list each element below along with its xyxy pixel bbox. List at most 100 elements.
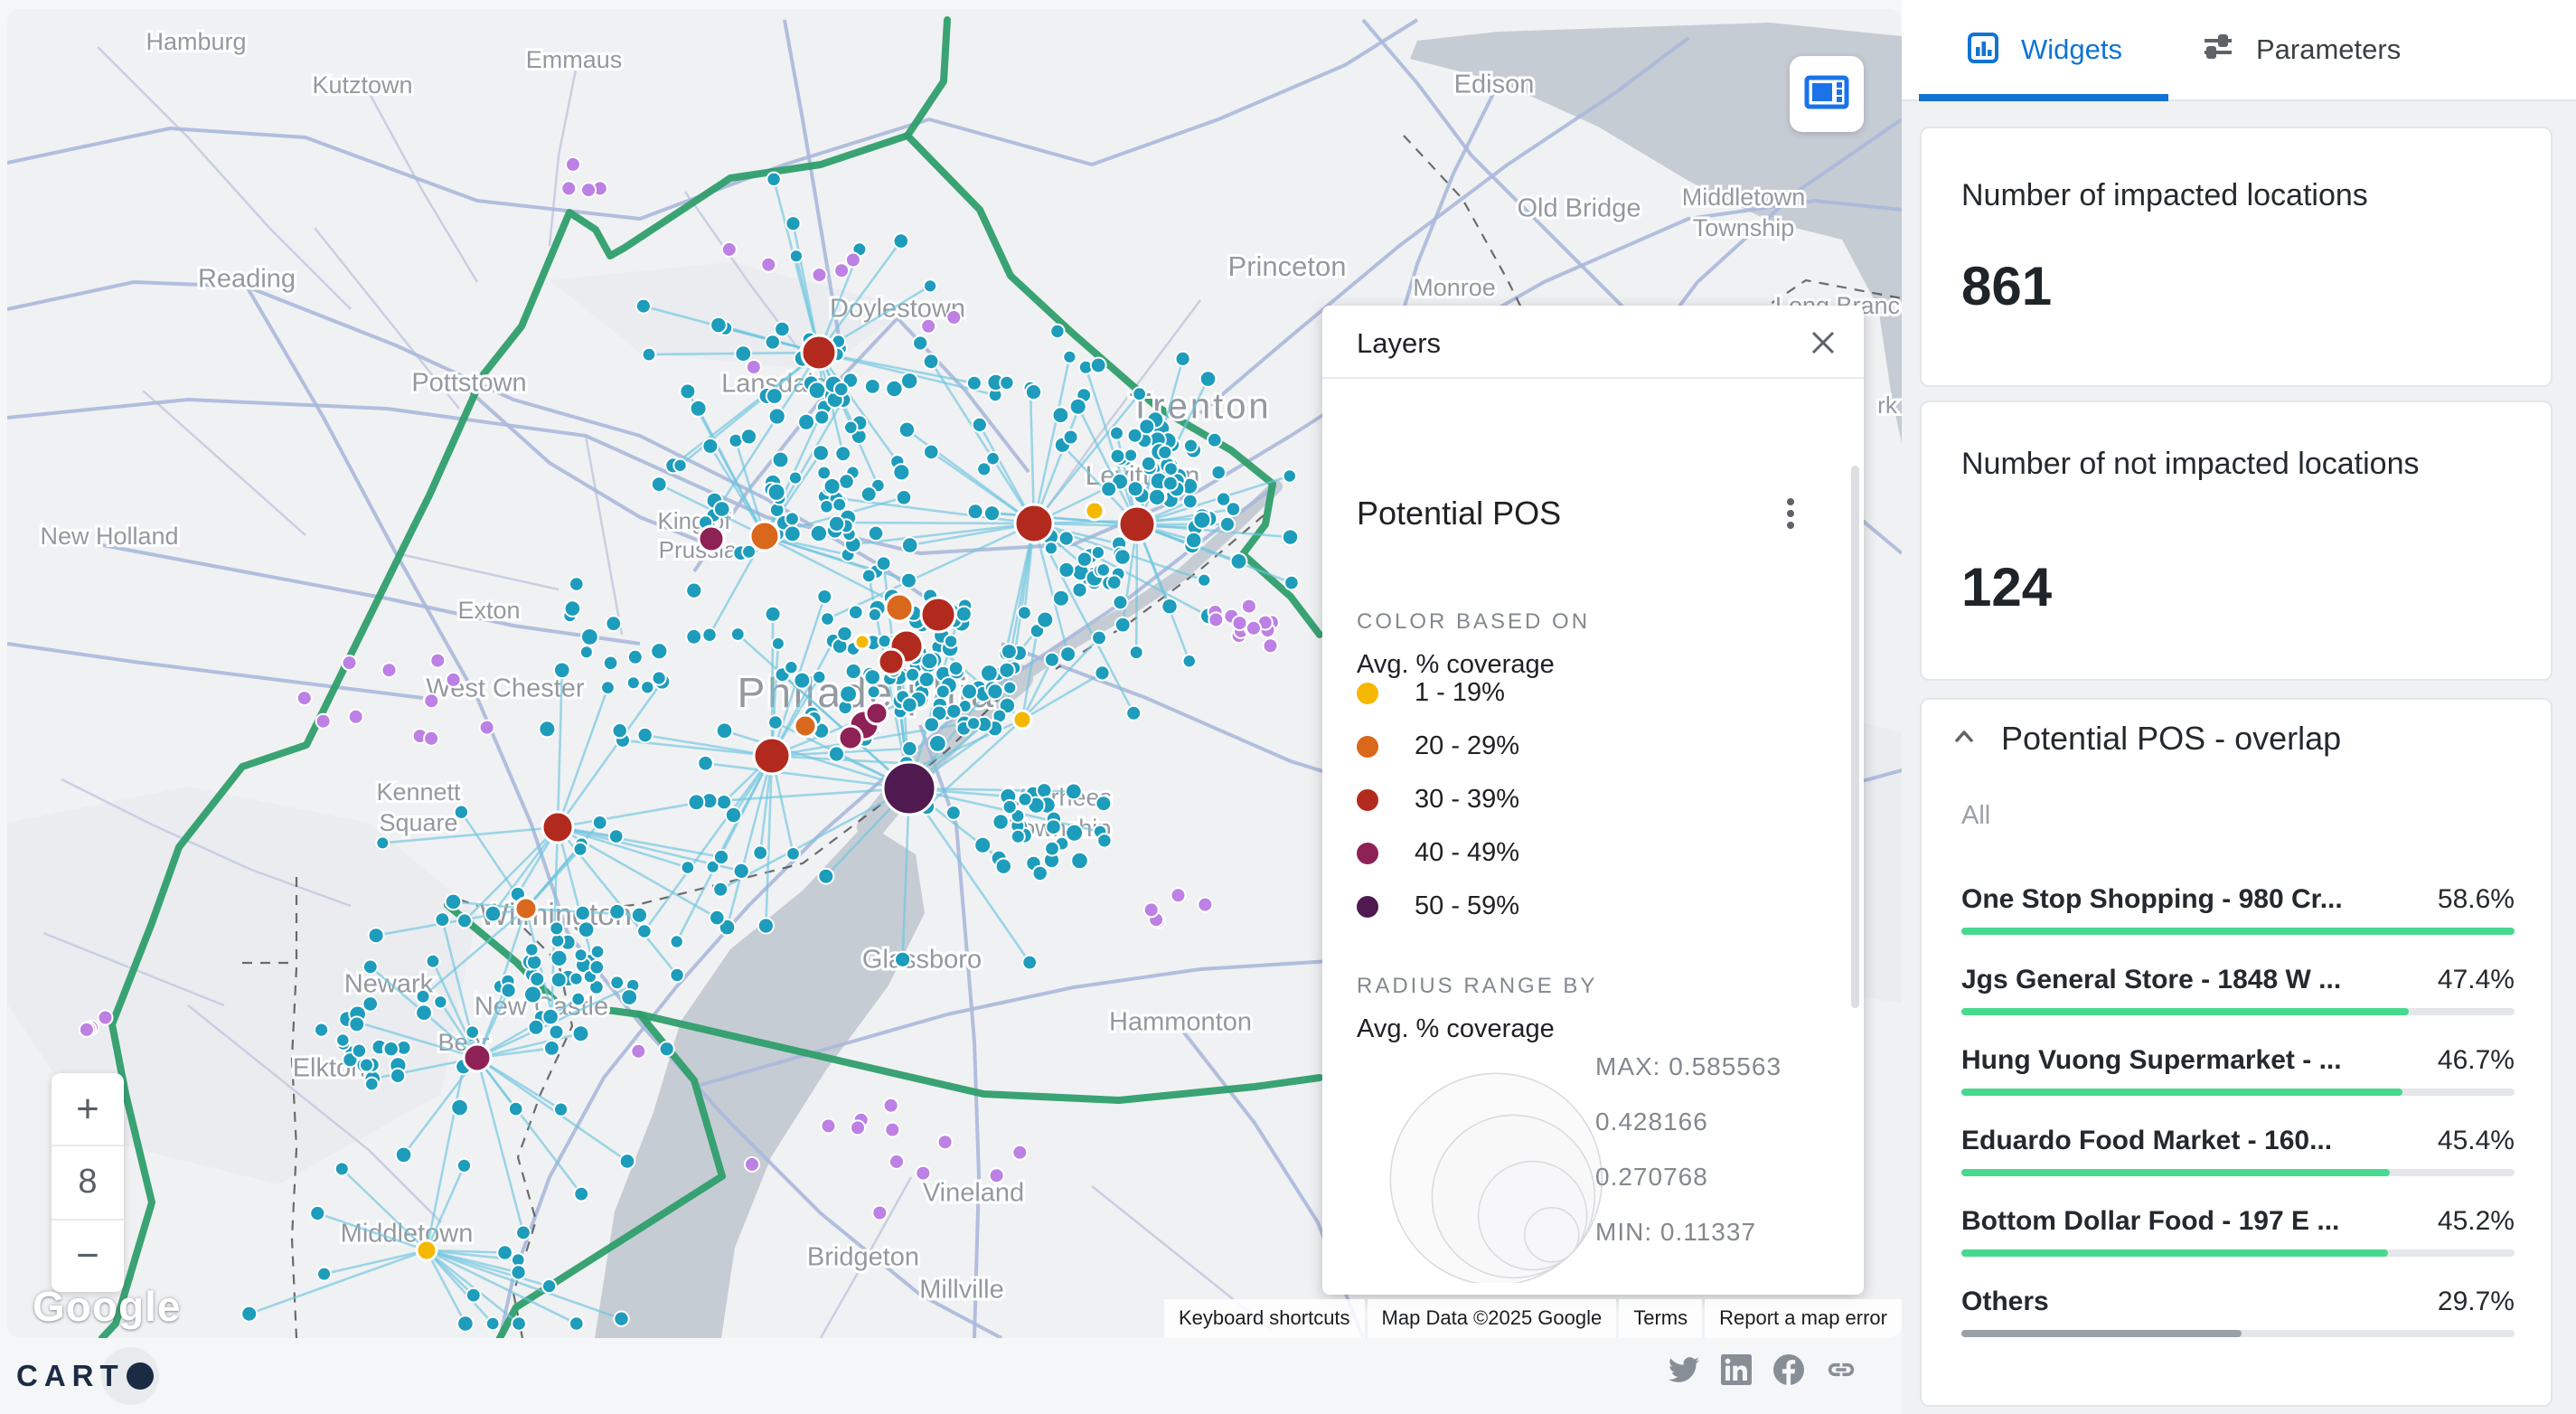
layers-panel-scrollbar[interactable]: [1851, 466, 1859, 1008]
overlap-row[interactable]: One Stop Shopping - 980 Cr... 58.6%: [1961, 868, 2515, 948]
legend-item: 30 - 39%: [1357, 773, 1519, 826]
svg-text:Emmaus: Emmaus: [526, 46, 623, 73]
social-links: [1647, 1354, 1857, 1385]
layers-panel-body: Potential POS COLOR BASED ON Avg. % cove…: [1322, 379, 1864, 1293]
overlap-row-value: 45.4%: [2438, 1126, 2515, 1156]
svg-text:rk: rk: [1877, 391, 1898, 419]
attribution-link[interactable]: Report a map error: [1705, 1299, 1902, 1338]
overlap-row-bar-fill: [1961, 1169, 2390, 1176]
svg-text:Exton: Exton: [457, 597, 520, 624]
widget-impacted-locations: Number of impacted locations 861: [1920, 127, 2552, 387]
legend-label: 20 - 29%: [1415, 731, 1519, 761]
layers-panel-header: Layers: [1322, 306, 1864, 379]
overlap-row[interactable]: Bottom Dollar Food - 197 E ...45.2%: [1961, 1190, 2515, 1270]
legend-label: 30 - 39%: [1415, 785, 1519, 815]
link-icon[interactable]: [1826, 1354, 1857, 1385]
widget-title: Number of not impacted locations: [1961, 440, 2511, 488]
overlap-row-bar-fill: [1961, 1330, 2242, 1337]
overlap-row[interactable]: Others29.7%: [1961, 1270, 2515, 1351]
legend-label: 50 - 59%: [1415, 891, 1519, 921]
google-logo: Google: [33, 1282, 181, 1331]
sidebar-tabbar: Widgets Parameters: [1902, 0, 2576, 101]
overlap-row-value: 45.2%: [2438, 1206, 2515, 1237]
color-based-on-label: COLOR BASED ON: [1357, 609, 1590, 635]
svg-text:Glassboro: Glassboro: [862, 946, 982, 975]
radius-range-value: MAX: 0.585563: [1595, 1052, 1782, 1108]
svg-text:Monroe: Monroe: [1413, 274, 1496, 301]
zoom-in-button[interactable]: +: [52, 1073, 124, 1145]
overlap-row-label: Others: [1961, 1287, 2049, 1317]
svg-text:Old Bridge: Old Bridge: [1517, 194, 1641, 223]
widget-title: Number of impacted locations: [1961, 172, 2511, 220]
chevron-up-icon[interactable]: [1949, 721, 1979, 757]
overlap-row-bar-track: [1961, 1330, 2515, 1337]
close-icon[interactable]: [1806, 325, 1840, 360]
overlap-filter-label: All: [1961, 801, 1990, 831]
tab-widgets[interactable]: Widgets: [1902, 0, 2167, 99]
overlap-row[interactable]: Jgs General Store - 1848 W ... 47.4%: [1961, 948, 2515, 1029]
widget-value: 124: [1961, 556, 2052, 618]
radius-range-circles: [1340, 1012, 1630, 1283]
legend-item: 40 - 49%: [1357, 826, 1519, 880]
kebab-menu-icon[interactable]: [1774, 495, 1807, 533]
overlap-row-bar-track: [1961, 1008, 2515, 1015]
tab-parameters[interactable]: Parameters: [2167, 0, 2576, 99]
linkedin-icon[interactable]: [1721, 1354, 1752, 1385]
svg-text:Hammonton: Hammonton: [1109, 1008, 1252, 1037]
overlap-row-label: Eduardo Food Market - 160...: [1961, 1126, 2332, 1156]
overlap-row[interactable]: Eduardo Food Market - 160... 45.4%: [1961, 1109, 2515, 1190]
svg-text:Hamburg: Hamburg: [146, 28, 246, 55]
svg-text:Township: Township: [1693, 214, 1795, 241]
widgets-icon: [1965, 30, 2001, 71]
svg-text:New Holland: New Holland: [40, 523, 178, 550]
legend-color-dot: [1357, 843, 1378, 864]
overlap-widget-header: Potential POS - overlap: [1949, 720, 2341, 758]
legend-color-dot: [1357, 736, 1378, 758]
sidebar: Widgets Parameters Number of impacted lo…: [1902, 0, 2576, 1414]
overlap-row-bar-fill: [1961, 1089, 2402, 1096]
legend-label: 40 - 49%: [1415, 838, 1519, 868]
map-canvas[interactable]: HamburgKutztownEmmausReadingPottstownNew…: [7, 9, 1902, 1338]
overlap-row-bar-track: [1961, 1089, 2515, 1096]
overlap-row-bar-fill: [1961, 928, 2515, 935]
carto-logo-dot: [127, 1362, 154, 1390]
overlap-row-label: Jgs General Store - 1848 W ...: [1961, 965, 2341, 995]
overlap-row-value: 47.4%: [2438, 965, 2515, 995]
widget-value: 861: [1961, 255, 2052, 317]
carto-logo[interactable]: CART: [16, 1351, 154, 1401]
carto-logo-text: CART: [16, 1359, 125, 1393]
radius-range-value: MIN: 0.11337: [1595, 1218, 1782, 1273]
overlap-row-value: 58.6%: [2438, 884, 2515, 915]
color-legend: 1 - 19%20 - 29%30 - 39%40 - 49%50 - 59%: [1357, 666, 1519, 933]
attribution-link[interactable]: Keyboard shortcuts: [1164, 1299, 1365, 1338]
overlap-widget-title: Potential POS - overlap: [2001, 720, 2341, 758]
legend-color-dot: [1357, 896, 1378, 918]
overlap-row[interactable]: Hung Vuong Supermarket - ...46.7%: [1961, 1029, 2515, 1109]
layers-panel-title: Layers: [1357, 327, 1441, 360]
tab-widgets-label: Widgets: [2021, 33, 2122, 66]
attribution-link[interactable]: Terms: [1619, 1299, 1702, 1338]
legend-item: 20 - 29%: [1357, 720, 1519, 773]
overlap-row-bar-fill: [1961, 1249, 2388, 1257]
overlap-rows: One Stop Shopping - 980 Cr... 58.6% Jgs Ge…: [1961, 868, 2515, 1351]
svg-text:Middletown: Middletown: [1682, 184, 1806, 211]
layer-name: Potential POS: [1357, 495, 1561, 533]
legend-item: 50 - 59%: [1357, 880, 1519, 933]
map-type-button[interactable]: [1790, 56, 1864, 132]
widget-not-impacted-locations: Number of not impacted locations 124: [1920, 401, 2552, 681]
twitter-icon[interactable]: [1669, 1354, 1699, 1385]
facebook-icon[interactable]: [1773, 1354, 1804, 1385]
svg-text:Pottstown: Pottstown: [411, 369, 526, 398]
svg-text:Kennett: Kennett: [376, 778, 461, 806]
footer: CART: [0, 1338, 1902, 1414]
app-root: HamburgKutztownEmmausReadingPottstownNew…: [0, 0, 2576, 1414]
svg-text:Square: Square: [379, 809, 457, 836]
overlap-row-label: One Stop Shopping - 980 Cr...: [1961, 884, 2343, 915]
map-zoom-control: + 8 −: [52, 1073, 124, 1292]
radius-range-by-label: RADIUS RANGE BY: [1357, 974, 1597, 999]
svg-text:Vineland: Vineland: [923, 1179, 1024, 1208]
overlap-row-value: 46.7%: [2438, 1045, 2515, 1076]
legend-color-dot: [1357, 789, 1378, 811]
overlap-row-bar-fill: [1961, 1008, 2409, 1015]
parameters-icon: [2200, 30, 2236, 71]
